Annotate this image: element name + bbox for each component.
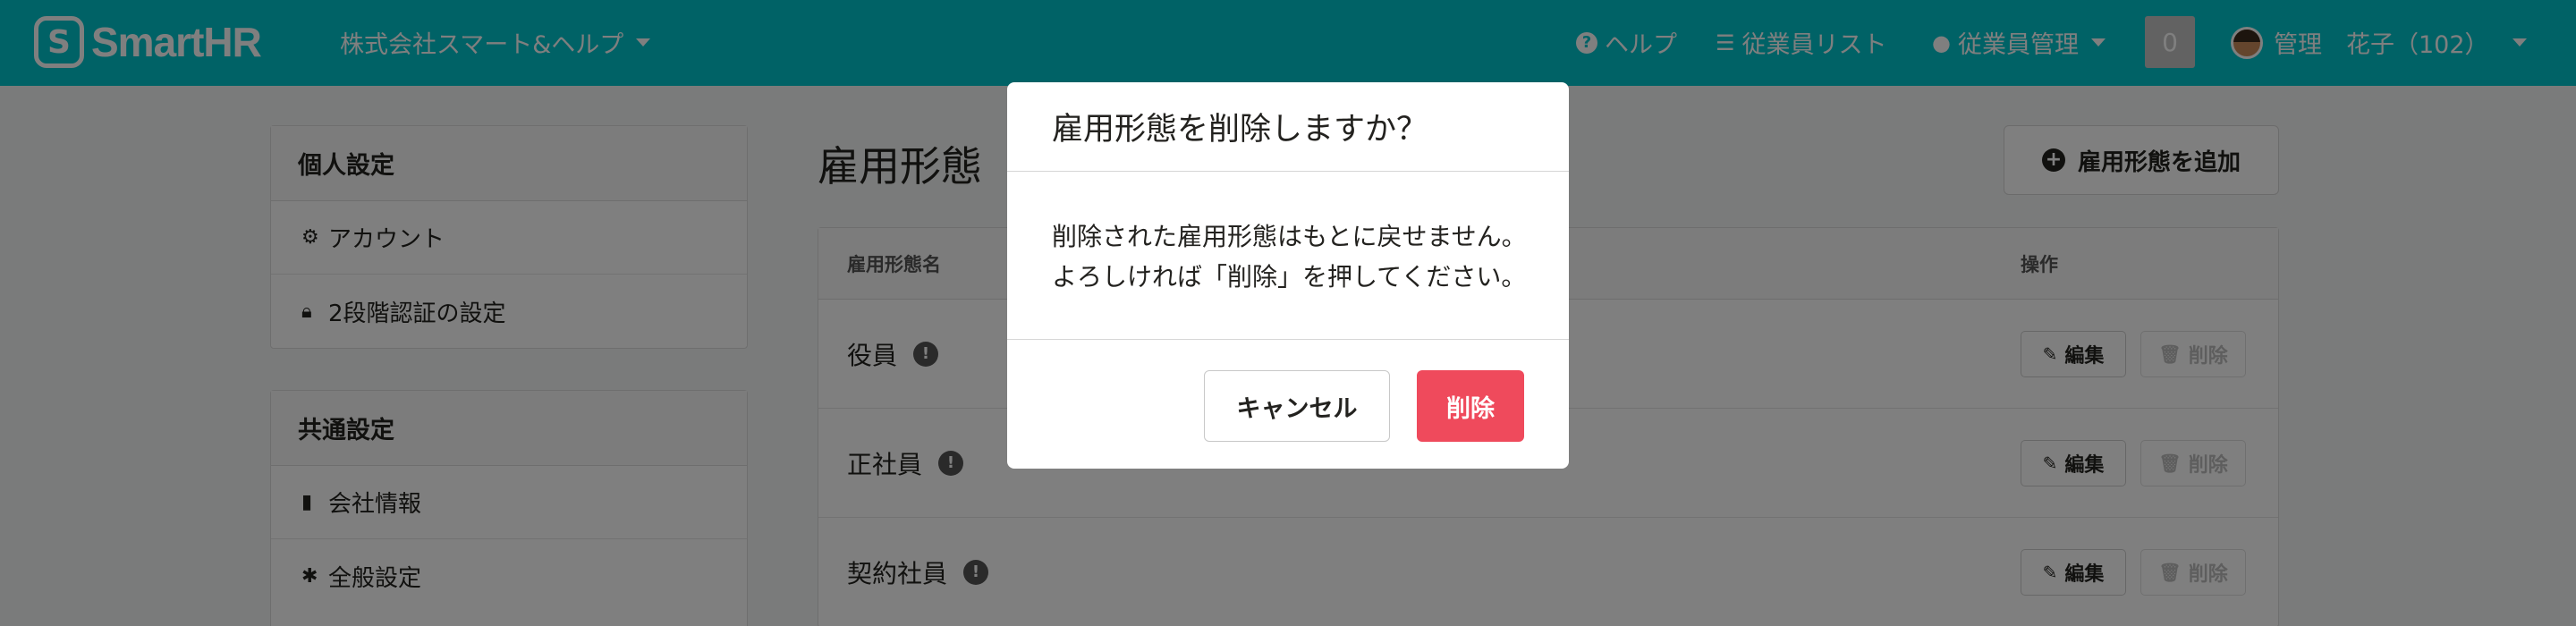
confirm-delete-button[interactable]: 削除 [1417,370,1524,442]
dialog-footer: キャンセル 削除 [1007,340,1569,469]
dialog-title: 雇用形態を削除しますか？ [1007,82,1569,172]
cancel-button[interactable]: キャンセル [1204,370,1390,442]
dialog-message-line1: 削除された雇用形態はもとに戻せません。 [1052,222,1527,251]
dialog-body: 削除された雇用形態はもとに戻せません。 よろしければ「削除」を押してください。 [1007,172,1569,340]
dialog-message-line2: よろしければ「削除」を押してください。 [1052,262,1527,292]
delete-confirm-dialog: 雇用形態を削除しますか？ 削除された雇用形態はもとに戻せません。 よろしければ「… [1007,82,1569,469]
